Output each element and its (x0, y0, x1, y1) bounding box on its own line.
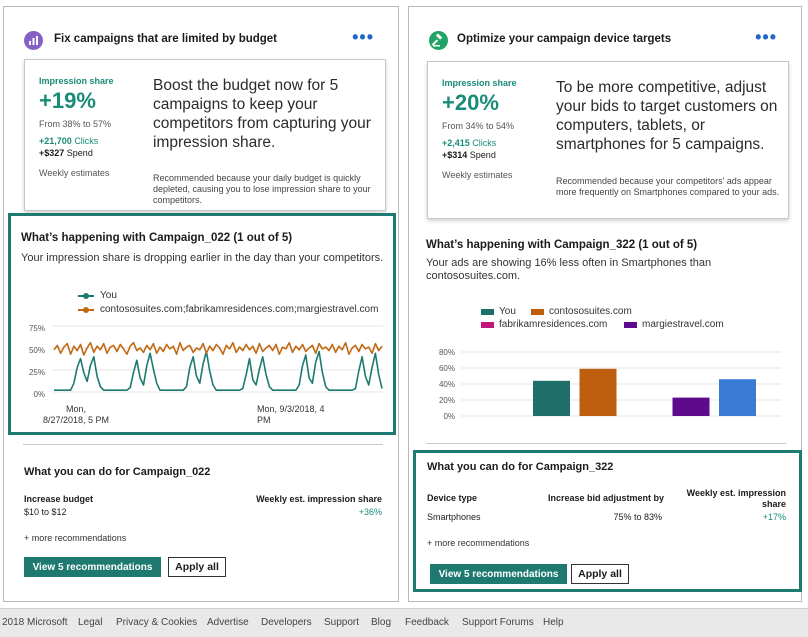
y-tick-0: 0% (33, 390, 45, 399)
right-card-header: Optimize your campaign device targets ••… (409, 7, 801, 63)
left-happening-section: What’s happening with Campaign_022 (1 ou… (8, 213, 396, 435)
impression-share-line-chart (53, 325, 383, 393)
metric-range: From 38% to 57% (39, 119, 112, 129)
y-tick-60: 60% (438, 364, 455, 373)
more-options-icon[interactable]: ••• (755, 27, 777, 48)
legend-you: You (481, 306, 516, 317)
summary-text: To be more competitive, adjust your bids… (556, 79, 778, 153)
right-card-title: Optimize your campaign device targets (457, 33, 672, 45)
left-card-header: Fix campaigns that are limited by budget… (4, 7, 398, 63)
increase-budget-value: $10 to $12 (24, 507, 67, 517)
happening-description: Your impression share is dropping earlie… (21, 252, 384, 264)
y-tick-80: 80% (438, 348, 455, 357)
metric-clicks: +21,700 Clicks (39, 136, 99, 146)
happening-title: What’s happening with Campaign_322 (1 ou… (426, 239, 698, 251)
bar-1 (579, 368, 617, 416)
x-tick-end: Mon, 9/3/2018, 4 PM (257, 404, 325, 425)
page-footer: 2018 Microsoft Legal Privacy & Cookies A… (0, 608, 808, 637)
metric-note: Weekly estimates (442, 170, 513, 180)
footer-link-blog[interactable]: Blog (371, 617, 391, 628)
impression-share-header: Weekly est. impression share (256, 494, 382, 504)
left-action-title: What you can do for Campaign_022 (24, 466, 211, 478)
legend-competitors: contososuites.com;fabrikamresidences.com… (78, 304, 378, 315)
right-divider (426, 443, 786, 444)
metric-clicks: +2,415 Clicks (442, 138, 497, 148)
bar-4 (719, 379, 756, 416)
device-type-header: Device type (427, 493, 478, 503)
more-options-icon[interactable]: ••• (352, 27, 374, 48)
bar-3 (672, 397, 710, 416)
footer-link-support[interactable]: Support (324, 617, 359, 628)
summary-text: Boost the budget now for 5 campaigns to … (153, 77, 371, 151)
more-recommendations-link[interactable]: + more recommendations (24, 533, 126, 543)
y-tick-75: 75% (28, 324, 45, 333)
right-summary-panel: Impression share +20% From 34% to 54% +2… (427, 61, 789, 219)
left-summary-panel: Impression share +19% From 38% to 57% +2… (24, 59, 386, 211)
metric-label: Impression share (442, 78, 517, 88)
gavel-icon (429, 31, 448, 50)
x-tick-start: Mon, 8/27/2018, 5 PM (42, 404, 110, 425)
footer-link-feedback[interactable]: Feedback (405, 617, 449, 628)
series-line-0 (54, 350, 383, 391)
apply-all-button[interactable]: Apply all (571, 564, 629, 584)
bar-0 (533, 380, 570, 416)
view-recommendations-button[interactable]: View 5 recommendations (430, 564, 567, 584)
summary-reason: Recommended because your daily budget is… (153, 173, 371, 205)
left-divider (23, 444, 383, 445)
impression-share-value: +36% (358, 507, 382, 517)
device-impression-bar-chart (461, 351, 781, 417)
increase-budget-header: Increase budget (24, 494, 94, 504)
y-tick-0: 0% (443, 412, 455, 421)
metric-range: From 34% to 54% (442, 121, 515, 131)
happening-title: What’s happening with Campaign_022 (1 ou… (21, 232, 293, 244)
y-tick-40: 40% (438, 380, 455, 389)
device-type-value: Smartphones (427, 512, 481, 522)
right-action-section: What you can do for Campaign_322 Device … (413, 450, 802, 592)
series-line-1 (53, 341, 383, 356)
bid-adjustment-value: 75% to 83% (613, 512, 662, 522)
y-tick-20: 20% (438, 396, 455, 405)
footer-copyright: 2018 Microsoft (2, 617, 68, 628)
footer-link-developers[interactable]: Developers (261, 617, 312, 628)
metric-label: Impression share (39, 76, 114, 86)
metric-spend: +$327 Spend (39, 148, 93, 158)
y-tick-25: 25% (28, 368, 45, 377)
y-tick-50: 50% (28, 346, 45, 355)
left-card-title: Fix campaigns that are limited by budget (54, 33, 278, 45)
metric-note: Weekly estimates (39, 168, 110, 178)
summary-reason: Recommended because your competitors' ad… (556, 176, 780, 197)
metric-spend: +$314 Spend (442, 150, 496, 160)
metric-value: +20% (442, 90, 499, 115)
view-recommendations-button[interactable]: View 5 recommendations (24, 557, 161, 577)
footer-link-help[interactable]: Help (543, 617, 564, 628)
happening-description: Your ads are showing 16% less often in S… (426, 257, 712, 282)
impression-share-value: +17% (762, 512, 786, 522)
budget-chart-icon (24, 31, 43, 50)
legend-contososuites: contososuites.com (531, 306, 632, 317)
footer-link-legal[interactable]: Legal (78, 617, 102, 628)
metric-value: +19% (39, 88, 96, 113)
footer-link-privacy[interactable]: Privacy & Cookies (116, 617, 197, 628)
more-recommendations-link[interactable]: + more recommendations (427, 538, 529, 548)
footer-link-advertise[interactable]: Advertise (207, 617, 249, 628)
legend-you: You (78, 290, 117, 301)
legend-margiestravel: margiestravel.com (624, 319, 724, 330)
footer-link-support-forums[interactable]: Support Forums (462, 617, 534, 628)
bid-adjustment-header: Increase bid adjustment by (548, 493, 665, 503)
legend-fabrikamresidences: fabrikamresidences.com (481, 319, 607, 330)
right-action-title: What you can do for Campaign_322 (427, 461, 614, 473)
impression-share-header: Weekly est. impression share (686, 488, 786, 509)
apply-all-button[interactable]: Apply all (168, 557, 226, 577)
